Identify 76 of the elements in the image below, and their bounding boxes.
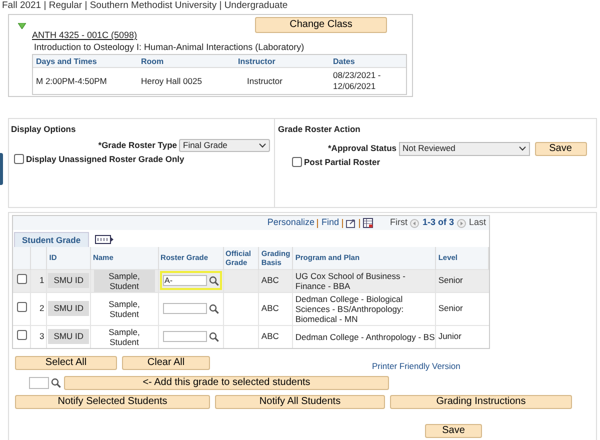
class-link[interactable]: ANTH 4325 - 001C (5098) (32, 30, 138, 41)
field-label: *Approval Status (328, 142, 396, 156)
spreadsheet-icon[interactable] (362, 218, 373, 228)
row-number: 2 (40, 303, 44, 314)
personalize-link[interactable]: Personalize (267, 216, 314, 230)
roster-grade-input[interactable]: A- (162, 275, 207, 286)
checkbox[interactable] (16, 330, 27, 340)
student-name: Sample, Student (94, 270, 155, 292)
checkbox[interactable] (16, 302, 27, 312)
student-row[interactable]: 1 SMU ID Sample, Student A- ABC UG Cox School of Business - Finance - BBA Senior (13, 269, 488, 292)
student-level: Senior (436, 292, 488, 325)
checkbox-label: Post Partial Roster (304, 156, 380, 168)
next-icon[interactable] (456, 218, 466, 228)
student-level: Junior (436, 325, 488, 348)
column-header: Days and Times (35, 56, 98, 67)
roster-grade-input[interactable] (162, 331, 207, 342)
show-all-columns-icon[interactable] (94, 235, 114, 244)
grade-input[interactable] (29, 376, 49, 388)
student-grade-tab[interactable]: Student Grade (14, 232, 89, 247)
student-name: Sample, Student (108, 298, 141, 320)
class-title: Introduction to Osteology I: Human-Animal Interactions (Laboratory) (33, 41, 306, 53)
table-cell-text: Instructor (246, 74, 284, 88)
student-level: Senior (436, 269, 488, 292)
term-header: Fall 2021 | Regular | Southern Methodist University | Undergraduate (1, 0, 289, 12)
approval-status-dropdown[interactable]: Not Reviewed (398, 142, 530, 156)
student-row[interactable]: 2 SMU ID Sample, Student ABC Dedman College - Biological Sciences - BS/Anthropology: Biomedical - MN Senior (13, 292, 488, 325)
printer-friendly-link[interactable]: Printer Friendly Version (372, 360, 460, 372)
checkbox[interactable] (14, 154, 24, 164)
action-button[interactable]: Notify All Students (215, 394, 385, 408)
roster-type-dropdown[interactable]: Final Grade (179, 138, 270, 152)
row-number: 1 (40, 275, 44, 286)
search-icon[interactable] (51, 378, 61, 388)
table-cell-text: Heroy Hall 0025 (140, 74, 203, 88)
chevron-down-icon[interactable] (259, 142, 266, 148)
action-button[interactable]: Notify Selected Students (15, 394, 210, 408)
expand-triangle-icon[interactable] (18, 23, 26, 29)
clear-all-button[interactable]: Clear All (122, 356, 210, 370)
student-name: Sample, Student (108, 326, 141, 348)
student-id: SMU ID (48, 301, 89, 316)
grading-basis: ABC (258, 325, 293, 348)
roster-grade-input[interactable] (162, 303, 207, 314)
section-title: Display Options (11, 123, 77, 136)
previous-icon[interactable] (410, 218, 420, 228)
student-id: SMU ID (48, 273, 89, 288)
side-tab-edge (0, 153, 3, 185)
add-grade-button[interactable]: <- Add this grade to selected students (64, 376, 389, 390)
student-id: SMU ID (48, 329, 89, 344)
checkbox[interactable] (292, 157, 302, 168)
checkbox[interactable] (16, 274, 27, 284)
find-link[interactable]: Find (321, 216, 339, 230)
row-range: 1-3 of 3 (422, 216, 454, 230)
chevron-down-icon[interactable] (518, 146, 526, 152)
table-cell-text: M 2:00PM-4:50PM (35, 74, 108, 88)
row-number: 3 (40, 331, 44, 342)
select-all-button[interactable]: Select All (15, 356, 117, 370)
field-label: *Grade Roster Type (98, 138, 177, 152)
change-class-button[interactable]: Change Class (255, 17, 387, 33)
search-icon[interactable] (208, 332, 219, 342)
search-icon[interactable] (208, 276, 219, 286)
view-all-icon[interactable] (346, 218, 356, 228)
column-header: Room (140, 56, 165, 67)
grading-basis: ABC (258, 292, 293, 325)
save-button[interactable]: Save (534, 142, 586, 156)
grading-basis: ABC (258, 269, 293, 292)
search-icon[interactable] (208, 304, 219, 314)
column-header: Dates (332, 56, 356, 67)
program-and-plan: Dedman College - Biological Sciences - BS/Anthropology: Biomedical - MN (292, 292, 436, 325)
column-header: Instructor (237, 56, 276, 67)
save-button[interactable]: Save (425, 424, 482, 438)
action-button[interactable]: Grading Instructions (390, 394, 572, 408)
table-cell-text: 08/23/2021 - 12/06/2021 (332, 70, 382, 92)
program-and-plan: UG Cox School of Business - Finance - BBA (292, 269, 436, 292)
section-title: Grade Roster Action (278, 123, 362, 136)
checkbox-label: Display Unassigned Roster Grade Only (26, 152, 184, 166)
program-and-plan: Dedman College - Anthropology - BS (292, 325, 436, 348)
student-row[interactable]: 3 SMU ID Sample, Student ABC Dedman College - Anthropology - BS Junior (13, 325, 488, 348)
